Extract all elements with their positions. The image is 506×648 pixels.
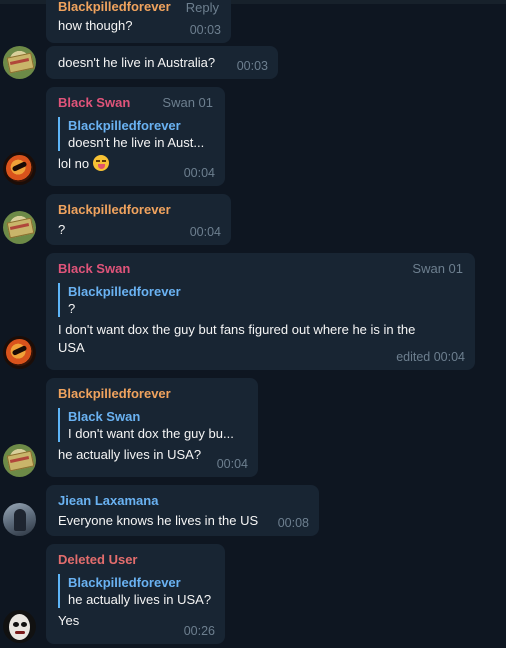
swan-avatar[interactable] — [3, 336, 36, 369]
reply-text: ? — [68, 301, 76, 316]
sender-name[interactable]: Blackpilledforever — [58, 202, 219, 218]
message-text: lol no — [58, 156, 90, 171]
reply-sender: Blackpilledforever — [68, 284, 181, 299]
jiean-avatar[interactable] — [3, 503, 36, 536]
message-bubble[interactable]: Black Swan Swan 01 Blackpilledforever do… — [46, 87, 225, 186]
sender-name[interactable]: Blackpilledforever — [58, 386, 246, 402]
message-time: 00:03 — [189, 23, 221, 37]
message-text: I don't want dox the guy but fans figure… — [58, 322, 416, 337]
message-text: doesn't he live in Australia? — [58, 55, 216, 70]
message-bubble[interactable]: Blackpilledforever Reply how though? 00:… — [46, 0, 231, 43]
sender-tag: Swan 01 — [412, 261, 463, 276]
message-bubble[interactable]: doesn't he live in Australia? 00:03 — [46, 46, 278, 79]
reply-preview[interactable]: Blackpilledforever he actually lives in … — [58, 574, 213, 608]
tongue-wink-emoji — [93, 155, 110, 171]
message-text: Everyone knows he lives in the US — [58, 513, 259, 528]
reply-preview[interactable]: Blackpilledforever doesn't he live in Au… — [58, 117, 213, 151]
message-time: edited 00:04 — [396, 350, 465, 364]
reply-preview[interactable]: Blackpilledforever ? — [58, 283, 463, 317]
reply-text: doesn't he live in Aust... — [68, 135, 205, 150]
message-bubble[interactable]: Jiean Laxamana Everyone knows he lives i… — [46, 485, 319, 536]
sender-tag: Swan 01 — [162, 95, 213, 110]
message-bubble[interactable]: Deleted User Blackpilledforever he actua… — [46, 544, 225, 644]
sender-name[interactable]: Jiean Laxamana — [58, 493, 307, 509]
reply-text: I don't want dox the guy bu... — [68, 426, 234, 441]
message-bubble[interactable]: Blackpilledforever ? 00:04 — [46, 194, 231, 245]
message-time: 00:26 — [183, 624, 215, 638]
pill-avatar[interactable] — [3, 46, 36, 79]
deleted-user-avatar[interactable] — [3, 610, 36, 643]
reply-text: he actually lives in USA? — [68, 592, 212, 607]
swan-avatar[interactable] — [3, 152, 36, 185]
pill-avatar[interactable] — [3, 444, 36, 477]
reply-sender: Blackpilledforever — [68, 118, 181, 133]
reply-label[interactable]: Reply — [186, 0, 219, 15]
message-time: 00:08 — [277, 516, 309, 530]
sender-name[interactable]: Deleted User — [58, 552, 213, 568]
reply-preview[interactable]: Black Swan I don't want dox the guy bu..… — [58, 408, 246, 442]
pill-avatar[interactable] — [3, 211, 36, 244]
message-bubble[interactable]: Black Swan Swan 01 Blackpilledforever ? … — [46, 253, 475, 370]
reply-sender: Black Swan — [68, 409, 141, 424]
reply-sender: Blackpilledforever — [68, 575, 181, 590]
message-time: 00:04 — [189, 225, 221, 239]
message-time: 00:04 — [183, 166, 215, 180]
sender-name[interactable]: Black Swan — [58, 261, 463, 277]
message-time: 00:04 — [216, 457, 248, 471]
message-bubble[interactable]: Blackpilledforever Black Swan I don't wa… — [46, 378, 258, 477]
message-time: 00:03 — [236, 59, 268, 73]
